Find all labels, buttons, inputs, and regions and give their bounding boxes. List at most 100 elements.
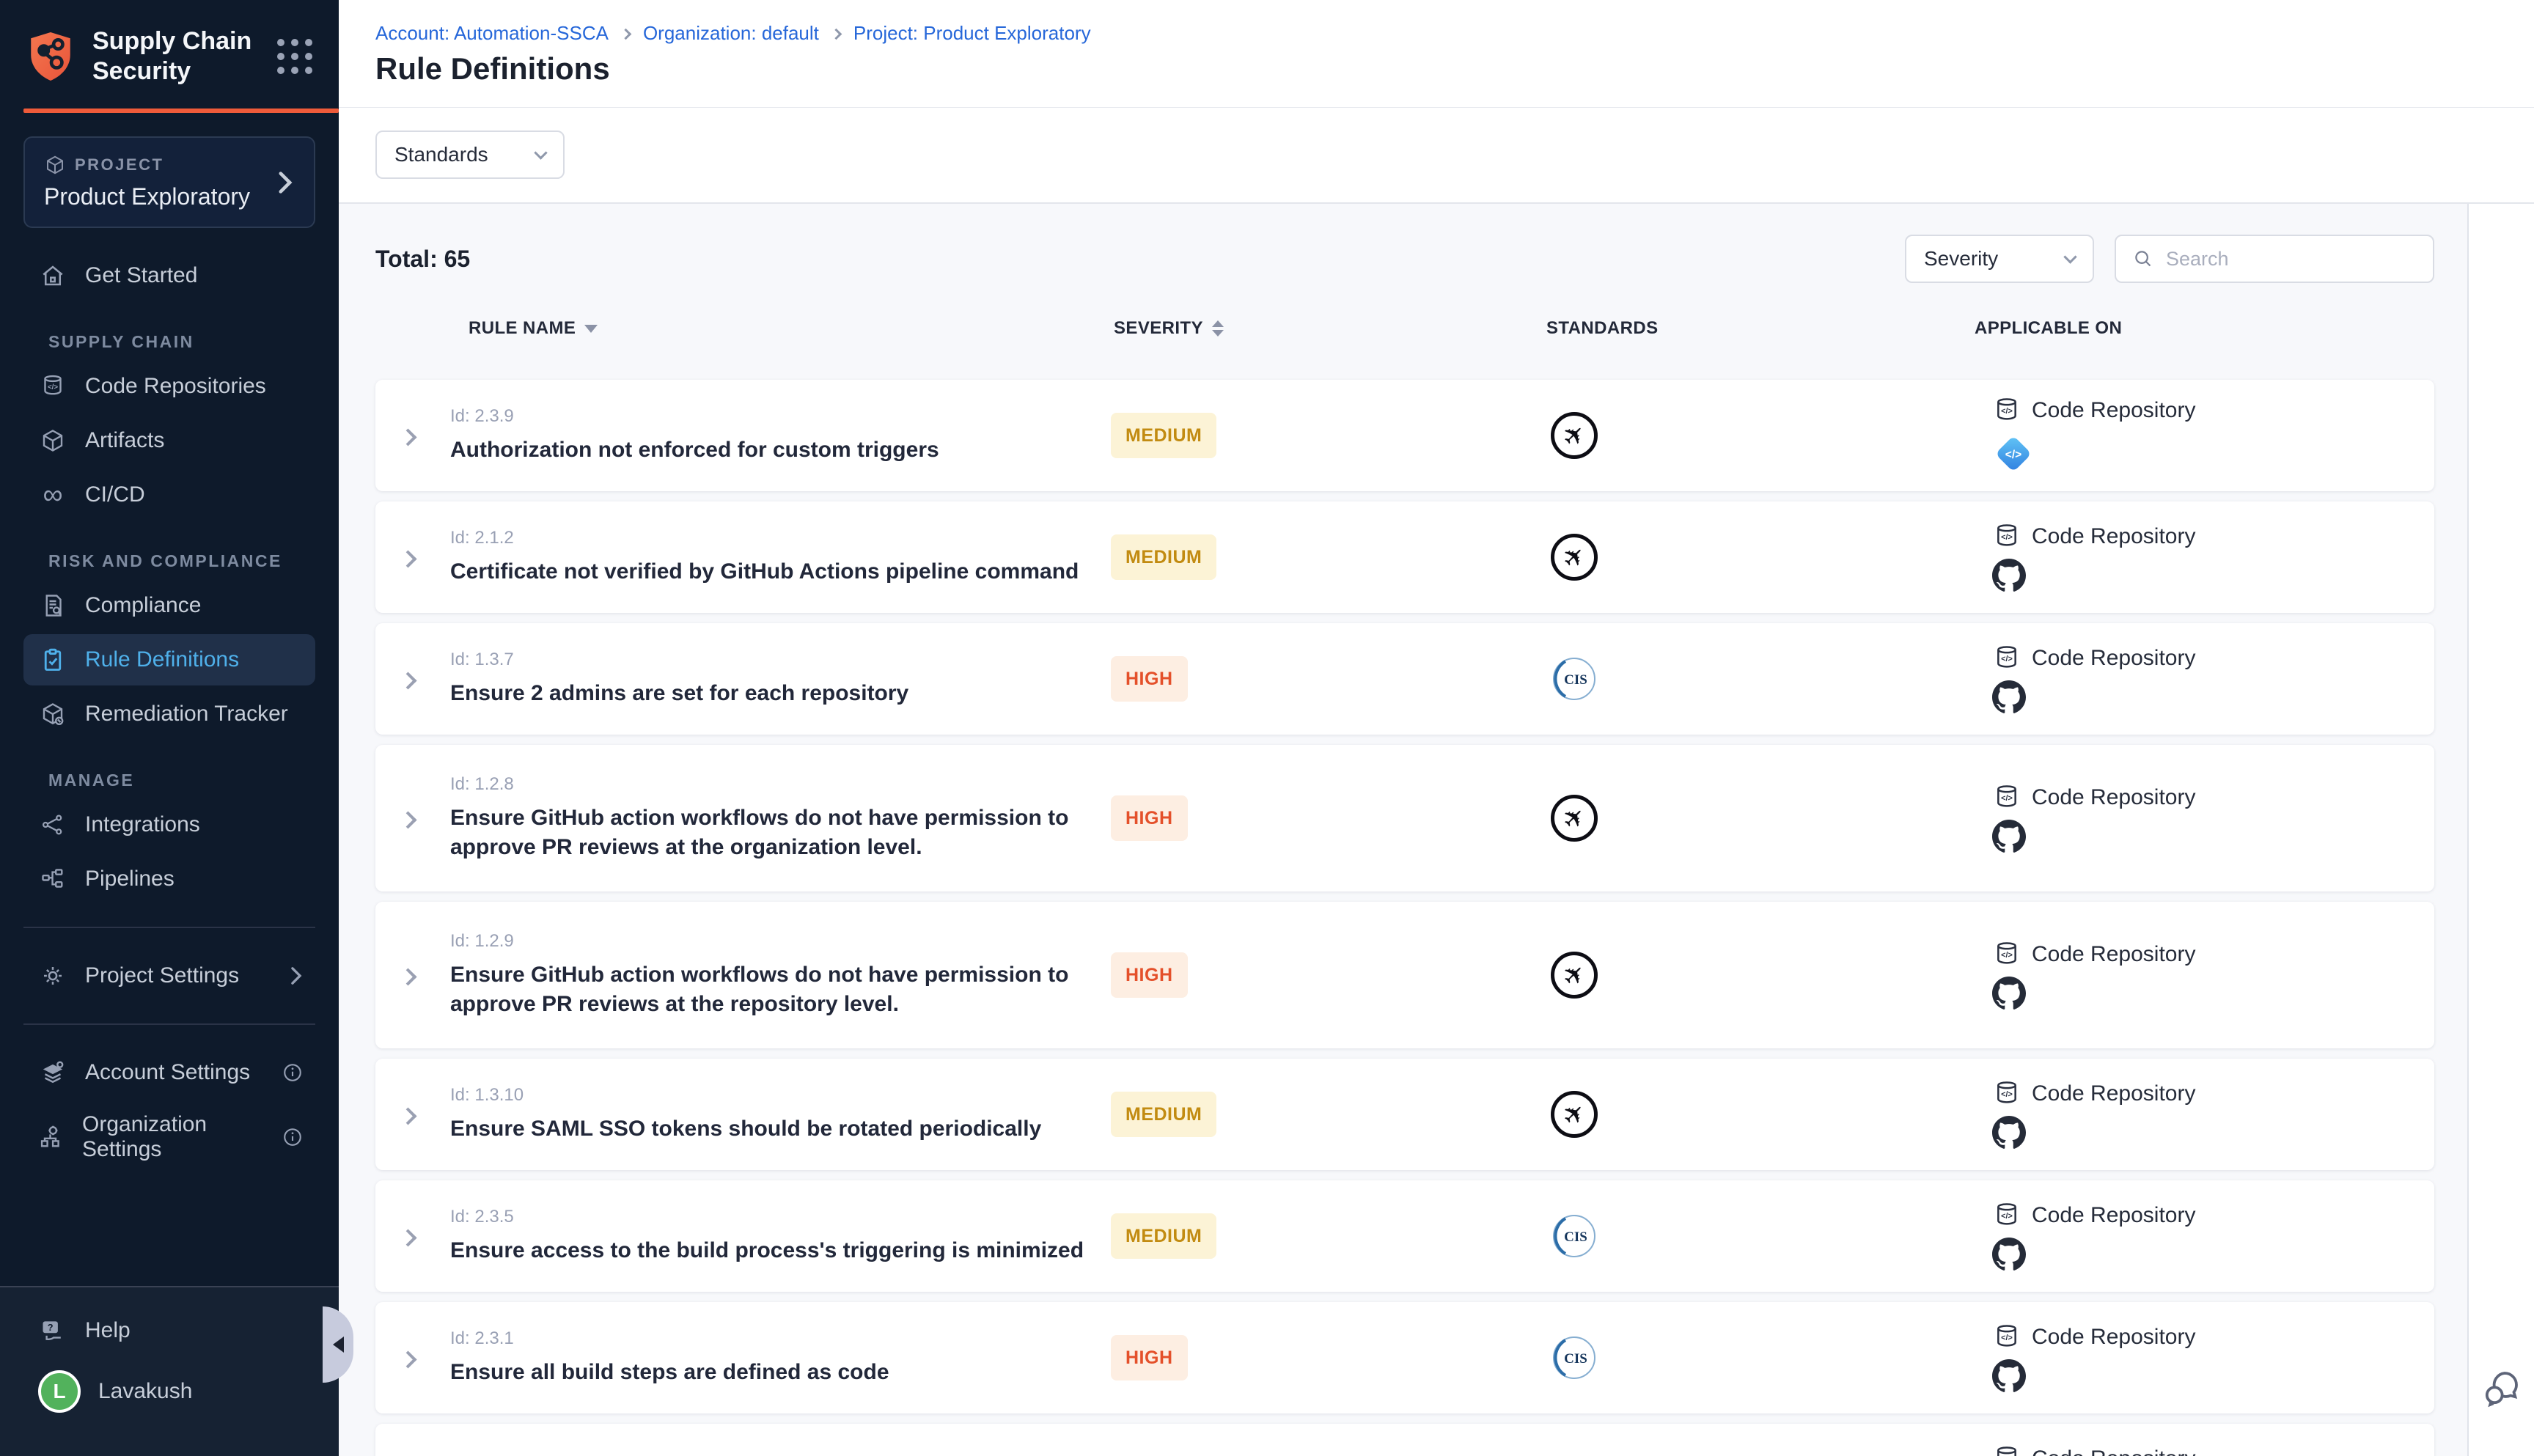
expand-chevron-icon[interactable] — [399, 550, 416, 567]
table-row[interactable]: Id: 2.3.5 Ensure access to the build pro… — [375, 1180, 2434, 1292]
rule-id: Id: 1.3.7 — [450, 650, 908, 670]
table-row[interactable]: Id: 1.3.10 Ensure SAML SSO tokens should… — [375, 1059, 2434, 1170]
chevron-right-icon — [289, 966, 304, 986]
svg-text:</>: </> — [2001, 1334, 2013, 1342]
standard-cis-icon: CIS — [1551, 1334, 1598, 1381]
rules-table: Id: 2.3.9 Authorization not enforced for… — [375, 380, 2434, 1456]
applicable-on-label: Code Repository — [2032, 1325, 2195, 1350]
table-row[interactable]: Id: 1.3.7 Ensure 2 admins are set for ea… — [375, 623, 2434, 735]
help-chat-icon: ? — [38, 1316, 67, 1345]
sidebar-item-label: Artifacts — [85, 428, 164, 453]
sort-desc-icon — [584, 325, 598, 333]
sidebar-item-remediation-tracker[interactable]: Remediation Tracker — [23, 688, 315, 740]
rule-name: Ensure GitHub action workflows do not ha… — [450, 804, 1110, 862]
svg-text:</>: </> — [2001, 1090, 2013, 1099]
table-row[interactable]: Id: 2.3.1 Ensure all build steps are def… — [375, 1302, 2434, 1413]
expand-chevron-icon[interactable] — [399, 672, 416, 689]
sidebar-item-cicd[interactable]: ∞ CI/CD — [23, 469, 315, 521]
user-name: Lavakush — [98, 1379, 192, 1404]
breadcrumb-organization[interactable]: Organization: default — [643, 22, 819, 45]
breadcrumb: Account: Automation-SSCA Organization: d… — [375, 22, 1091, 45]
remediation-tracker-icon — [38, 699, 67, 729]
sidebar-item-rule-definitions[interactable]: Rule Definitions — [23, 634, 315, 685]
right-rail — [2467, 204, 2534, 1456]
rule-id: Id: 1.2.9 — [450, 931, 1110, 952]
sidebar-item-artifacts[interactable]: Artifacts — [23, 415, 315, 466]
column-header-rule-name[interactable]: RULE NAME — [469, 318, 598, 339]
pipelines-icon — [38, 864, 67, 894]
sidebar-user[interactable]: L Lavakush — [23, 1359, 315, 1424]
column-header-applicable-on: APPLICABLE ON — [1975, 318, 2122, 339]
sidebar-item-label: Get Started — [85, 263, 197, 288]
section-manage: MANAGE — [48, 771, 339, 790]
expand-chevron-icon[interactable] — [399, 811, 416, 828]
svg-text:?: ? — [48, 1322, 54, 1333]
chat-support-icon[interactable] — [2482, 1367, 2523, 1408]
standards-filter-dropdown[interactable]: Standards — [375, 130, 565, 179]
info-icon[interactable] — [282, 1126, 304, 1148]
search-icon — [2132, 248, 2154, 270]
applicable-on-label: Code Repository — [2032, 524, 2195, 549]
integrations-share-icon — [38, 810, 67, 839]
compliance-document-icon — [38, 591, 67, 620]
section-supply-chain: SUPPLY CHAIN — [48, 332, 339, 352]
sidebar-divider — [23, 1023, 315, 1025]
sidebar: Supply Chain Security PROJECT Product Ex… — [0, 0, 339, 1456]
standard-plane-icon: ✈ — [1551, 534, 1598, 581]
sidebar-item-integrations[interactable]: Integrations — [23, 799, 315, 850]
expand-chevron-icon[interactable] — [399, 1107, 416, 1125]
github-icon — [1992, 1359, 2195, 1393]
severity-filter-dropdown[interactable]: Severity — [1905, 235, 2094, 283]
code-repository-icon: </> — [1992, 940, 2021, 969]
applicable-on-label: Code Repository — [2032, 942, 2195, 967]
table-row[interactable]: Id: 1.1.9 HIGH CIS ✈ </> — [375, 1424, 2434, 1456]
search-input[interactable] — [2166, 248, 2401, 271]
module-grid-icon[interactable] — [277, 39, 312, 74]
applicable-on-label: Code Repository — [2032, 646, 2195, 671]
sidebar-item-compliance[interactable]: Compliance — [23, 580, 315, 631]
table-row[interactable]: Id: 1.2.8 Ensure GitHub action workflows… — [375, 745, 2434, 891]
sidebar-item-help[interactable]: ? Help — [23, 1305, 315, 1356]
table-row[interactable]: Id: 1.2.9 Ensure GitHub action workflows… — [375, 902, 2434, 1048]
code-repository-icon: </> — [38, 372, 67, 401]
rule-name: Certificate not verified by GitHub Actio… — [450, 557, 1079, 587]
sidebar-item-project-settings[interactable]: Project Settings — [23, 950, 315, 1001]
expand-chevron-icon[interactable] — [399, 1350, 416, 1368]
header-divider — [339, 107, 2534, 108]
column-header-severity[interactable]: SEVERITY — [1114, 318, 1224, 339]
rule-name: Ensure all build steps are defined as co… — [450, 1358, 889, 1387]
breadcrumb-account[interactable]: Account: Automation-SSCA — [375, 22, 609, 45]
sidebar-item-organization-settings[interactable]: Organization Settings — [23, 1101, 315, 1173]
sidebar-item-code-repositories[interactable]: </> Code Repositories — [23, 361, 315, 412]
applicable-on-label: Code Repository — [2032, 785, 2195, 810]
svg-text:</>: </> — [2001, 794, 2013, 803]
standards-cell: ✈ — [1551, 412, 1598, 459]
sidebar-item-get-started[interactable]: Get Started — [23, 250, 315, 301]
sidebar-item-account-settings[interactable]: Account Settings — [23, 1047, 315, 1098]
svg-text:</>: </> — [2001, 407, 2013, 416]
table-row[interactable]: Id: 2.3.9 Authorization not enforced for… — [375, 380, 2434, 491]
page-header: Account: Automation-SSCA Organization: d… — [339, 0, 2534, 204]
sidebar-item-pipelines[interactable]: Pipelines — [23, 853, 315, 905]
applicable-on-label: Code Repository — [2032, 1203, 2195, 1228]
code-repository-icon: </> — [1992, 1079, 2021, 1108]
table-row[interactable]: Id: 2.1.2 Certificate not verified by Gi… — [375, 501, 2434, 613]
sidebar-nav: Get Started SUPPLY CHAIN </> Code Reposi… — [0, 228, 339, 1173]
applicable-on-cell: </> Code Repository — [1992, 644, 2195, 714]
project-selector[interactable]: PROJECT Product Exploratory — [23, 136, 315, 228]
expand-chevron-icon[interactable] — [399, 1229, 416, 1246]
svg-text:CIS: CIS — [1564, 1229, 1587, 1245]
breadcrumb-project[interactable]: Project: Product Exploratory — [853, 22, 1091, 45]
sidebar-item-label: Organization Settings — [82, 1112, 264, 1162]
expand-chevron-icon[interactable] — [399, 428, 416, 446]
code-repository-icon: </> — [1992, 783, 2021, 812]
info-icon[interactable] — [282, 1062, 304, 1084]
table-header: RULE NAME SEVERITY STANDARDS APPLICABLE … — [375, 318, 2434, 352]
standards-filter-label: Standards — [394, 143, 488, 166]
rule-id: Id: 1.2.8 — [450, 774, 1110, 795]
severity-badge: MEDIUM — [1111, 1213, 1216, 1259]
section-risk-and-compliance: RISK AND COMPLIANCE — [48, 551, 339, 571]
rule-name: Ensure 2 admins are set for each reposit… — [450, 679, 908, 708]
sidebar-item-label: Project Settings — [85, 963, 239, 988]
expand-chevron-icon[interactable] — [399, 968, 416, 985]
